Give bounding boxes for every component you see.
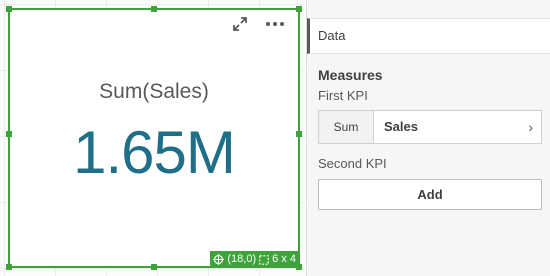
expand-icon[interactable] — [231, 15, 249, 33]
resize-handle-top[interactable] — [151, 6, 157, 12]
kpi-title: Sum(Sales) — [99, 80, 209, 103]
more-options-icon[interactable] — [264, 15, 286, 33]
second-kpi-label: Second KPI — [318, 156, 387, 171]
kpi-object[interactable]: Sum(Sales) 1.65M (18,0) 6 x 4 — [6, 6, 302, 270]
tab-data[interactable]: Data — [307, 18, 550, 54]
resize-handle-bottom-left[interactable] — [6, 264, 12, 270]
tab-data-label: Data — [318, 28, 346, 43]
resize-handle-top-right[interactable] — [296, 6, 302, 12]
first-kpi-measure[interactable]: Sum Sales › — [318, 110, 542, 144]
size-icon — [259, 254, 269, 265]
resize-handle-top-left[interactable] — [6, 6, 12, 12]
position-icon — [213, 254, 225, 265]
status-badge: (18,0) 6 x 4 — [210, 251, 300, 268]
measure-field: Sales › — [374, 111, 541, 143]
position-label: (18,0) — [227, 253, 257, 265]
size-label: 6 x 4 — [272, 253, 296, 265]
section-title-measures: Measures — [318, 67, 383, 83]
first-kpi-label: First KPI — [318, 88, 368, 103]
resize-handle-bottom[interactable] — [151, 264, 157, 270]
add-button[interactable]: Add — [318, 179, 542, 210]
measure-field-label: Sales — [384, 119, 418, 134]
chevron-right-icon: › — [528, 119, 533, 135]
properties-panel: Data Measures First KPI Sum Sales › Seco… — [306, 0, 550, 276]
kpi-value: 1.65M — [73, 119, 236, 186]
measure-aggregation: Sum — [319, 111, 374, 143]
